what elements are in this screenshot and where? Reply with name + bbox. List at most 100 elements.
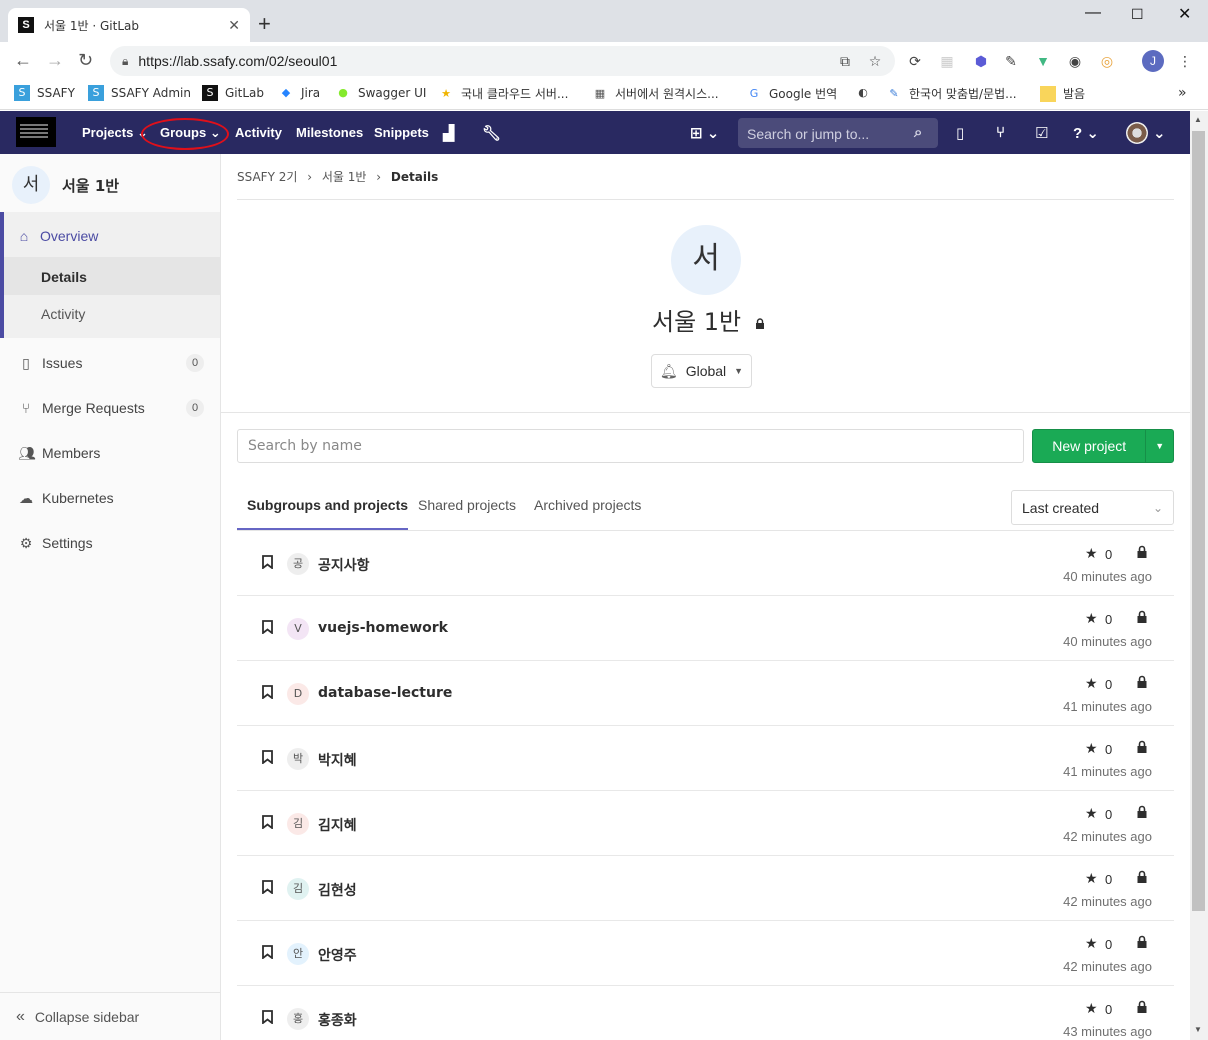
address-bar[interactable]: 🔒︎ https://lab.ssafy.com/02/seoul01 bbox=[110, 46, 895, 76]
lock-icon bbox=[1137, 870, 1147, 883]
sidebar-item-overview[interactable]: ⌂ Overview bbox=[0, 226, 220, 246]
bookmark-swagger[interactable]: ● Swagger UI bbox=[335, 85, 426, 101]
maximize-icon[interactable]: ☐ bbox=[1131, 6, 1144, 23]
notification-settings-button[interactable]: 🔔︎ Global ▼ bbox=[651, 354, 752, 388]
todos-icon[interactable]: ☑ bbox=[1035, 124, 1048, 142]
chevron-down-icon: ⌄ bbox=[1152, 500, 1163, 515]
window-close-icon[interactable]: ✕ bbox=[1178, 4, 1191, 24]
scroll-down-icon[interactable]: ▼ bbox=[1194, 1025, 1202, 1034]
nav-snippets[interactable]: Snippets bbox=[374, 125, 429, 140]
search-by-name-input[interactable] bbox=[237, 429, 1024, 463]
bookmark-ssafy-admin[interactable]: S SSAFY Admin bbox=[88, 85, 191, 101]
sidebar-item-merge-requests[interactable]: ⑂ Merge Requests 0 bbox=[0, 398, 220, 418]
bookmark-ssafy[interactable]: S SSAFY bbox=[14, 85, 75, 101]
lock-icon bbox=[1137, 610, 1147, 623]
analytics-icon[interactable]: ▟ bbox=[443, 124, 455, 142]
project-name[interactable]: 안영주 bbox=[318, 945, 357, 965]
bookmark-star-icon[interactable]: ☆ bbox=[866, 52, 884, 70]
bookmark-icon bbox=[262, 880, 273, 894]
minimize-icon[interactable]: — bbox=[1085, 4, 1101, 22]
extension-r-icon[interactable]: ⬢ bbox=[972, 52, 990, 70]
global-search-input[interactable]: Search or jump to... bbox=[738, 118, 938, 148]
translate-icon: G bbox=[749, 86, 759, 100]
sidebar-item-activity[interactable]: Activity bbox=[0, 304, 220, 324]
sidebar-item-settings[interactable]: ⚙ Settings bbox=[0, 533, 220, 553]
collapse-sidebar-button[interactable]: « Collapse sidebar bbox=[0, 992, 220, 1040]
browser-menu-icon[interactable]: ⋮ bbox=[1176, 52, 1194, 70]
project-name[interactable]: 박지혜 bbox=[318, 750, 357, 770]
new-tab-icon[interactable]: + bbox=[258, 12, 271, 36]
bookmark-icon bbox=[262, 750, 273, 764]
extension-pen-icon[interactable]: ✎ bbox=[1002, 52, 1020, 70]
merge-requests-nav-icon[interactable]: ⑂ bbox=[996, 124, 1005, 141]
nav-activity[interactable]: Activity bbox=[235, 125, 282, 140]
translate-page-icon[interactable]: ⧉ bbox=[836, 52, 854, 70]
back-icon[interactable]: ← bbox=[14, 50, 32, 71]
project-name[interactable]: 김지혜 bbox=[318, 815, 357, 835]
spell-icon: ✎ bbox=[889, 86, 899, 100]
page-scrollbar[interactable]: ▲ ▼ bbox=[1190, 111, 1208, 1040]
sidebar-item-members[interactable]: 👥︎ Members bbox=[0, 443, 220, 463]
bookmark-globe[interactable]: ◐ bbox=[855, 85, 878, 101]
user-avatar[interactable] bbox=[1126, 122, 1148, 144]
extension-glasses-icon[interactable]: ◉ bbox=[1066, 52, 1084, 70]
bookmark-google-translate[interactable]: G Google 번역 bbox=[746, 85, 837, 102]
bookmark-jira[interactable]: ◆ Jira bbox=[278, 85, 320, 101]
gitlab-favicon-icon: S bbox=[18, 17, 34, 33]
sidebar-item-kubernetes[interactable]: ☁ Kubernetes bbox=[0, 488, 220, 508]
gitlab-logo[interactable] bbox=[16, 117, 56, 147]
project-row[interactable]: Vvuejs-homework ★ 0 40 minutes ago bbox=[237, 596, 1174, 661]
chevron-down-icon[interactable]: ⌄ bbox=[1153, 124, 1166, 142]
help-icon[interactable]: ? ⌄ bbox=[1073, 124, 1099, 142]
close-tab-icon[interactable]: ✕ bbox=[228, 17, 240, 34]
sidebar-item-details[interactable]: Details bbox=[0, 267, 220, 287]
forward-icon[interactable]: → bbox=[46, 50, 64, 71]
extension-sync-icon[interactable]: ⟳ bbox=[906, 52, 924, 70]
project-row[interactable]: 안 안영주 ★ 0 42 minutes ago bbox=[237, 921, 1174, 986]
reload-icon[interactable]: ↻ bbox=[78, 50, 93, 71]
bookmark-icon bbox=[262, 1010, 273, 1024]
extension-search-icon[interactable]: ◎ bbox=[1098, 52, 1116, 70]
updated-time: 40 minutes ago bbox=[1063, 569, 1152, 584]
vue-devtools-icon[interactable]: ▼ bbox=[1034, 52, 1052, 70]
nav-milestones[interactable]: Milestones bbox=[296, 125, 363, 140]
jira-icon: ◆ bbox=[281, 86, 291, 99]
project-row[interactable]: 공 공지사항 ★ 0 40 minutes ago bbox=[237, 531, 1174, 596]
profile-avatar-icon[interactable]: J bbox=[1142, 50, 1164, 72]
project-name[interactable]: 김현성 bbox=[318, 880, 357, 900]
scroll-up-icon[interactable]: ▲ bbox=[1194, 115, 1202, 124]
sidebar-context-header[interactable]: 서 서울 1반 bbox=[12, 166, 119, 204]
bookmark-folder[interactable]: 발음 bbox=[1040, 85, 1085, 102]
project-row[interactable]: 박 박지혜 ★ 0 41 minutes ago bbox=[237, 726, 1174, 791]
admin-wrench-icon[interactable]: 🔧︎ bbox=[482, 124, 501, 142]
project-row[interactable]: 홍 홍종화 ★ 0 43 minutes ago bbox=[237, 986, 1174, 1040]
new-project-button[interactable]: New project ▼ bbox=[1032, 429, 1174, 463]
bookmark-gitlab[interactable]: S GitLab bbox=[202, 85, 264, 101]
extension-grid-icon[interactable]: ▦ bbox=[938, 52, 956, 70]
scrollbar-thumb[interactable] bbox=[1192, 131, 1205, 911]
cloud-icon: ☁ bbox=[19, 489, 33, 506]
tab-archived-projects[interactable]: Archived projects bbox=[534, 497, 641, 513]
tab-shared-projects[interactable]: Shared projects bbox=[418, 497, 516, 513]
caret-down-icon[interactable]: ▼ bbox=[1145, 430, 1173, 462]
tab-subgroups-and-projects[interactable]: Subgroups and projects bbox=[247, 497, 408, 513]
breadcrumb-item[interactable]: 서울 1반 bbox=[322, 170, 367, 184]
bookmark-cloud[interactable]: ★ 국내 클라우드 서버... bbox=[438, 85, 568, 102]
breadcrumb-item[interactable]: SSAFY 2기 bbox=[237, 170, 297, 184]
new-dropdown-icon[interactable]: ⊞ ⌄ bbox=[690, 124, 719, 142]
project-name[interactable]: 공지사항 bbox=[318, 555, 370, 575]
project-name[interactable]: 홍종화 bbox=[318, 1010, 357, 1030]
browser-tab[interactable]: S 서울 1반 · GitLab ✕ bbox=[8, 8, 250, 42]
sidebar-item-issues[interactable]: ▯ Issues 0 bbox=[0, 353, 220, 373]
bookmarks-overflow-icon[interactable]: » bbox=[1178, 85, 1187, 101]
project-row[interactable]: 김 김현성 ★ 0 42 minutes ago bbox=[237, 856, 1174, 921]
issues-nav-icon[interactable]: ▯ bbox=[956, 124, 964, 142]
bookmark-remote[interactable]: ▦ 서버에서 원격시스... bbox=[592, 85, 719, 102]
nav-projects[interactable]: Projects ⌄ bbox=[82, 125, 148, 141]
project-row[interactable]: Ddatabase-lecture ★ 0 41 minutes ago bbox=[237, 661, 1174, 726]
sort-select[interactable]: Last created ⌄ bbox=[1011, 490, 1174, 525]
project-name[interactable]: vuejs-homework bbox=[318, 620, 448, 636]
project-name[interactable]: database-lecture bbox=[318, 685, 452, 701]
project-row[interactable]: 김 김지혜 ★ 0 42 minutes ago bbox=[237, 791, 1174, 856]
bookmark-spellcheck[interactable]: ✎ 한국어 맞춤법/문법... bbox=[886, 85, 1016, 102]
